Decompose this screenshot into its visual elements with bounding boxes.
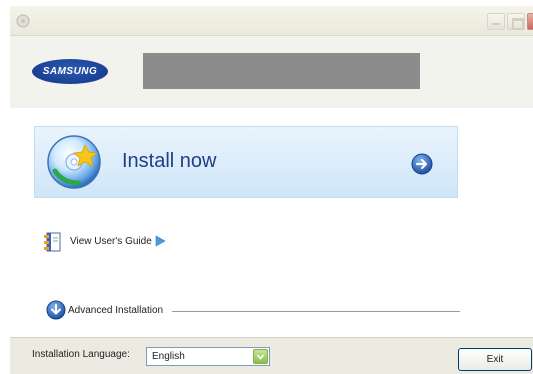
minimize-button[interactable]: [487, 13, 505, 30]
language-select[interactable]: English: [146, 347, 270, 366]
header: SAMSUNG: [10, 36, 533, 108]
install-disc-icon: [47, 135, 101, 189]
maximize-button[interactable]: [507, 13, 525, 30]
chevron-down-icon[interactable]: [253, 349, 268, 364]
samsung-logo: SAMSUNG: [32, 59, 108, 84]
book-icon: [44, 232, 61, 252]
header-banner: [143, 53, 420, 89]
close-button[interactable]: [527, 13, 533, 30]
app-icon: [16, 14, 30, 28]
download-arrow-icon: [46, 300, 66, 320]
advanced-installation-link[interactable]: Advanced Installation: [46, 300, 460, 320]
advanced-installation-label: Advanced Installation: [68, 305, 164, 316]
triangle-right-icon: [155, 235, 166, 247]
main-content: Install now View User's Guide Advanced I…: [10, 108, 533, 337]
arrow-right-circle-icon: [411, 153, 433, 175]
view-users-guide-label: View User's Guide: [70, 236, 152, 247]
installation-language-label: Installation Language:: [32, 349, 130, 360]
footer: Installation Language: English Exit: [10, 337, 533, 374]
separator-line: [172, 311, 460, 312]
install-now-label: Install now: [122, 150, 217, 172]
language-select-value: English: [152, 351, 185, 362]
exit-button[interactable]: Exit: [458, 348, 532, 371]
install-now-button[interactable]: Install now: [34, 126, 458, 198]
title-bar: [10, 6, 533, 36]
